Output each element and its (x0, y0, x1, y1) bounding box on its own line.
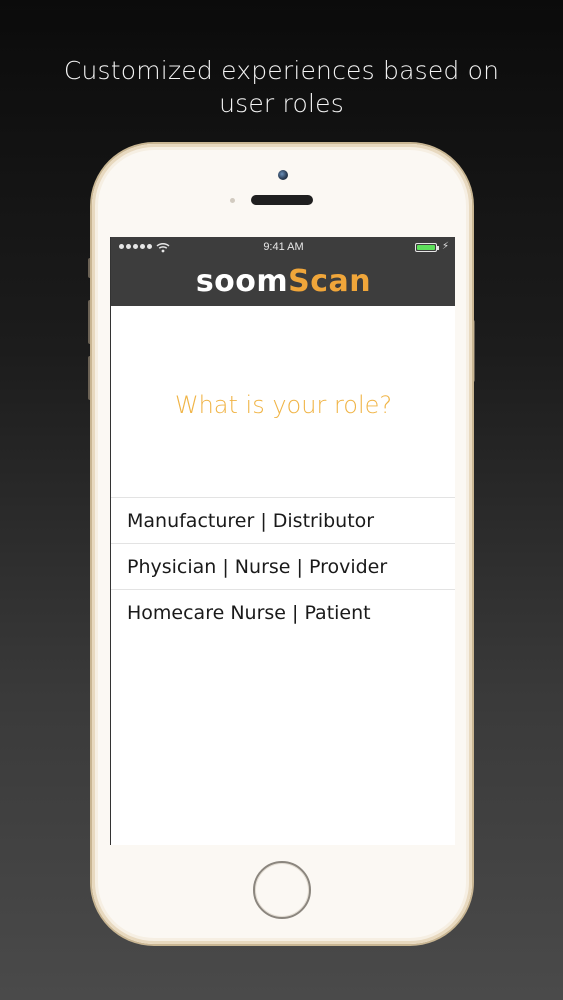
promo-headline-line2: user roles (219, 89, 344, 118)
role-question: What is your role? (174, 391, 393, 419)
phone-screen: 9:41 AM ⚡ soomScan What is your role? Ma… (110, 237, 455, 845)
charging-bolt-icon: ⚡ (442, 241, 450, 252)
role-option-homecare-nurse-patient[interactable]: Homecare Nurse | Patient (111, 590, 455, 636)
role-option-physician-nurse-provider[interactable]: Physician | Nurse | Provider (111, 544, 455, 590)
status-bar: 9:41 AM ⚡ (111, 237, 455, 257)
battery-icon (415, 243, 437, 252)
battery-tip (437, 246, 439, 250)
app-logo-part1: soom (195, 264, 289, 299)
earpiece-speaker (251, 195, 313, 205)
app-logo: soomScan (111, 264, 455, 300)
status-time: 9:41 AM (263, 241, 304, 253)
role-option-manufacturer-distributor[interactable]: Manufacturer | Distributor (111, 498, 455, 544)
promo-headline-line1: Customized experiences based on (63, 56, 500, 85)
app-logo-part2: Scan (288, 264, 372, 299)
home-button[interactable] (253, 861, 311, 919)
role-list: Manufacturer | Distributor Physician | N… (111, 497, 455, 636)
front-camera-icon (278, 170, 288, 180)
proximity-sensor (230, 198, 235, 203)
promo-headline: Customized experiences based on user rol… (0, 54, 563, 120)
app-navbar: 9:41 AM ⚡ soomScan (111, 237, 455, 306)
